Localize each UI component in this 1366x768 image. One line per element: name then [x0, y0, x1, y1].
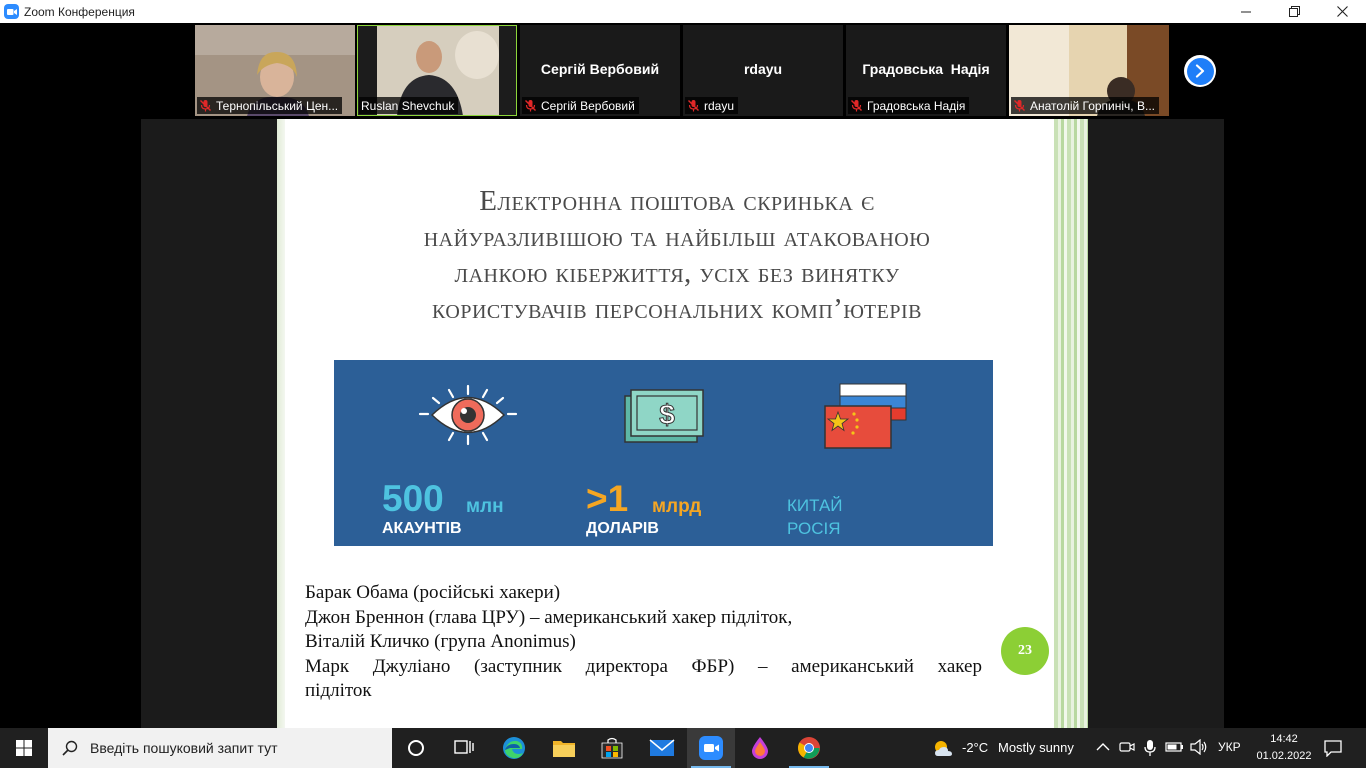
- search-icon: [62, 740, 78, 756]
- search-placeholder: Введіть пошуковий запит тут: [90, 740, 278, 756]
- participant-strip: Тернопільський Цен... Ruslan Shevchuk Се…: [0, 23, 1366, 119]
- stat-country-2: РОСІЯ: [787, 519, 841, 538]
- slide-page-number: 23: [1001, 627, 1049, 675]
- next-page-button[interactable]: [1184, 55, 1216, 87]
- participant-name-label: Ruslan Shevchuk: [359, 97, 459, 114]
- chevron-right-icon: [1195, 64, 1205, 78]
- title-bar: Zoom Конференция: [0, 0, 1366, 23]
- mic-muted-icon: [525, 100, 536, 112]
- participant-display-name: Градовська Надія: [862, 61, 990, 77]
- weather-icon[interactable]: [932, 738, 954, 758]
- participant-display-name: rdayu: [743, 61, 783, 77]
- money-icon: $: [624, 389, 704, 443]
- stat-dollars-label: ДОЛАРІВ: [586, 520, 659, 537]
- eye-icon: [418, 384, 518, 446]
- mic-muted-icon: [851, 100, 862, 112]
- participant-tile[interactable]: Тернопільський Цен...: [195, 25, 355, 116]
- participant-name-label: rdayu: [685, 97, 739, 114]
- slide-decor-stripes: [1054, 119, 1088, 728]
- slide-body-text: Барак Обама (російські хакери) Джон Брен…: [305, 582, 982, 701]
- chrome-icon[interactable]: [785, 728, 833, 768]
- participant-tile[interactable]: Сергій Вербовий Сергій Вербовий: [520, 25, 680, 116]
- zoom-app-icon: [4, 4, 19, 19]
- taskbar-clock[interactable]: 14:42 01.02.2022: [1249, 731, 1319, 765]
- task-view-icon[interactable]: [440, 728, 488, 768]
- clock-time: 14:42: [1270, 733, 1298, 745]
- svg-text:$: $: [659, 399, 675, 430]
- participant-name-label: Сергій Вербовий: [522, 97, 639, 114]
- participant-tile-active-speaker[interactable]: Ruslan Shevchuk: [357, 25, 517, 116]
- restore-icon[interactable]: [1270, 0, 1318, 23]
- slide-left-border: [277, 119, 285, 728]
- chevron-up-icon[interactable]: [1096, 742, 1110, 752]
- window-title: Zoom Конференция: [24, 4, 135, 19]
- close-icon[interactable]: [1318, 0, 1366, 23]
- participant-tile[interactable]: rdayu rdayu: [683, 25, 843, 116]
- microphone-icon[interactable]: [1143, 739, 1157, 757]
- meet-now-icon[interactable]: [1119, 739, 1135, 755]
- paint-icon[interactable]: [736, 728, 784, 768]
- minimize-icon[interactable]: [1222, 0, 1270, 23]
- stat-dollars-unit: млрд: [652, 496, 702, 517]
- zoom-taskbar-icon[interactable]: [687, 728, 735, 768]
- participant-tile[interactable]: Анатолій Горпиніч, В...: [1009, 25, 1169, 116]
- weather-description[interactable]: Mostly sunny: [998, 740, 1074, 755]
- stat-accounts-label: АКАУНТІВ: [382, 520, 462, 537]
- zoom-window: Zoom Конференция Тернопільський Цен... R…: [0, 0, 1366, 768]
- stat-accounts-unit: млн: [466, 496, 504, 517]
- stats-infographic: $ 500 млн АКАУНТІВ >1 млрд ДОЛАРІВ КИТАЙ…: [334, 360, 993, 546]
- volume-icon[interactable]: [1190, 739, 1208, 755]
- stat-accounts-number: 500: [382, 478, 444, 519]
- input-language[interactable]: УКР: [1218, 740, 1241, 754]
- mail-icon[interactable]: [638, 728, 686, 768]
- taskbar-search-box[interactable]: Введіть пошуковий запит тут: [48, 728, 392, 768]
- presentation-slide: Електронна поштова скринька є найуразлив…: [277, 119, 1088, 728]
- clock-date: 01.02.2022: [1256, 750, 1312, 762]
- slide-title: Електронна поштова скринька є найуразлив…: [423, 185, 931, 325]
- flags-icon: [824, 383, 907, 449]
- windows-logo-icon: [16, 740, 32, 756]
- participant-name-label: Градовська Надія: [848, 97, 970, 114]
- edge-icon[interactable]: [490, 728, 538, 768]
- participant-display-name: Сергій Вербовий: [540, 61, 660, 77]
- battery-icon[interactable]: [1165, 740, 1185, 754]
- mic-muted-icon: [688, 100, 699, 112]
- participant-tile[interactable]: Градовська Надія Градовська Надія: [846, 25, 1006, 116]
- mic-muted-icon: [200, 100, 211, 112]
- mic-muted-icon: [1014, 100, 1025, 112]
- stat-country-1: КИТАЙ: [787, 496, 843, 515]
- notifications-icon[interactable]: [1324, 739, 1342, 757]
- cortana-icon[interactable]: [392, 728, 440, 768]
- stat-dollars-number: >1: [586, 478, 629, 519]
- participant-name-label: Анатолій Горпиніч, В...: [1011, 97, 1159, 114]
- store-icon[interactable]: [588, 728, 636, 768]
- start-button[interactable]: [0, 728, 48, 768]
- file-explorer-icon[interactable]: [540, 728, 588, 768]
- weather-temp[interactable]: -2°C: [962, 740, 988, 755]
- windows-taskbar: Введіть пошуковий запит тут -2°C Mostly …: [0, 728, 1366, 768]
- participant-name-label: Тернопільський Цен...: [197, 97, 343, 114]
